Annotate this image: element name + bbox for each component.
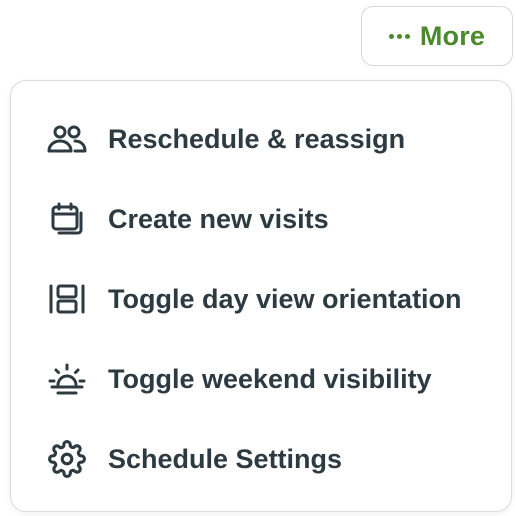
menu-item-schedule-settings[interactable]: Schedule Settings xyxy=(11,419,511,499)
gear-icon xyxy=(45,439,89,479)
more-menu: Reschedule & reassign Create new visits xyxy=(10,80,512,512)
menu-item-toggle-orientation[interactable]: Toggle day view orientation xyxy=(11,259,511,339)
calendar-icon xyxy=(45,199,89,239)
layout-rows-icon xyxy=(45,279,89,319)
menu-item-toggle-weekend[interactable]: Toggle weekend visibility xyxy=(11,339,511,419)
more-button[interactable]: More xyxy=(361,6,513,66)
more-dots-icon xyxy=(388,33,410,39)
menu-item-label: Toggle day view orientation xyxy=(108,283,462,314)
menu-item-label: Reschedule & reassign xyxy=(108,123,406,154)
sunrise-icon xyxy=(45,359,89,399)
menu-item-label: Toggle weekend visibility xyxy=(108,363,432,394)
menu-item-create-visits[interactable]: Create new visits xyxy=(11,179,511,259)
menu-item-label: Create new visits xyxy=(108,203,329,234)
page: More Reschedule & reassign Create new vi… xyxy=(0,0,515,516)
users-icon xyxy=(45,119,89,159)
menu-item-reschedule[interactable]: Reschedule & reassign xyxy=(11,99,511,179)
menu-item-label: Schedule Settings xyxy=(108,443,343,474)
more-button-label: More xyxy=(419,20,486,51)
